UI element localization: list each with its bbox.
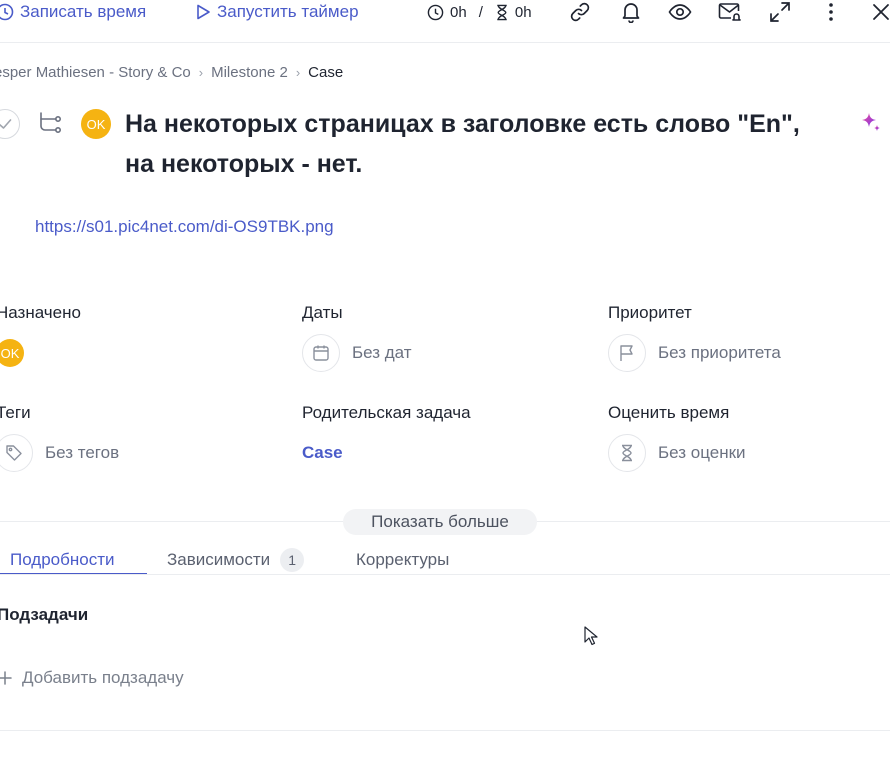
estimate-time: 0h [514, 3, 532, 21]
dates-label: Даты [302, 303, 343, 322]
tracked-time: 0h [450, 3, 467, 21]
chevron-right-icon: › [198, 65, 204, 80]
more-menu-button[interactable] [818, 0, 844, 24]
complete-task-button[interactable] [0, 109, 20, 139]
subtasks-title: Подзадачи [0, 605, 89, 624]
tab-dependencies[interactable]: Зависимости 1 [167, 545, 305, 575]
breadcrumb-item-project[interactable]: esper Mathiesen - Story & Co [0, 64, 191, 81]
parent-task-link[interactable]: Case [302, 443, 343, 463]
description-link[interactable]: https://s01.pic4net.com/di-OS9TBK.png [35, 217, 334, 237]
copy-link-button[interactable] [567, 0, 593, 24]
tags-label: Теги [0, 403, 31, 422]
priority-field[interactable]: Без приоритета [608, 334, 781, 372]
estimate-value: Без оценки [658, 443, 746, 462]
parent-task-label: Родительская задача [302, 403, 471, 422]
email-notify-button[interactable] [717, 0, 743, 24]
watch-button[interactable] [667, 0, 693, 24]
ai-assist-button[interactable] [858, 111, 882, 135]
link-icon [570, 2, 590, 22]
add-subtask-label: Добавить подзадачу [22, 668, 184, 687]
log-time-label: Записать время [20, 2, 147, 21]
check-icon [0, 119, 12, 129]
show-more-button[interactable]: Показать больше [343, 509, 537, 535]
count-badge: 1 [280, 548, 305, 572]
start-timer-button[interactable]: Запустить таймер [195, 0, 359, 24]
more-vertical-icon [829, 3, 833, 21]
tab-proofing[interactable]: Корректуры [356, 545, 449, 575]
tags-value: Без тегов [45, 443, 120, 462]
expand-icon [770, 2, 790, 22]
clock-icon [427, 4, 444, 20]
plus-icon [0, 671, 12, 685]
subtask-tree-button[interactable] [37, 110, 63, 136]
priority-value: Без приоритета [658, 343, 781, 362]
close-button[interactable] [868, 0, 890, 24]
tab-details[interactable]: Подробности [10, 545, 115, 575]
bell-icon [622, 3, 640, 23]
time-separator: / [478, 3, 483, 21]
avatar[interactable]: OK [81, 109, 111, 139]
clock-icon [0, 3, 14, 21]
tags-field[interactable]: Без тегов [0, 434, 119, 472]
flag-icon [608, 334, 646, 372]
calendar-icon [302, 334, 340, 372]
mail-bell-icon [718, 3, 741, 21]
estimate-field[interactable]: Без оценки [608, 434, 746, 472]
tab-label: Зависимости [167, 550, 271, 569]
tab-label: Подробности [10, 550, 115, 569]
priority-label: Приоритет [608, 303, 692, 322]
breadcrumb-item-milestone[interactable]: Milestone 2 [211, 64, 288, 81]
breadcrumb-current[interactable]: Case [308, 64, 343, 81]
tab-label: Корректуры [356, 550, 450, 569]
tabs-divider [0, 574, 890, 575]
estimate-label: Оценить время [608, 403, 730, 422]
assigned-field[interactable]: OK [0, 339, 24, 367]
tag-icon [0, 434, 33, 472]
dates-field[interactable]: Без дат [302, 334, 412, 372]
hourglass-icon [608, 434, 646, 472]
breadcrumb: esper Mathiesen - Story & Co › Milestone… [0, 64, 343, 81]
start-timer-label: Запустить таймер [217, 2, 359, 21]
dates-value: Без дат [352, 343, 412, 362]
subtask-tree-icon [40, 112, 61, 133]
hourglass-icon [497, 4, 507, 20]
sparkle-icon [862, 113, 880, 131]
play-icon [197, 4, 210, 20]
task-title[interactable]: На некоторых страницах в заголовке есть … [125, 104, 825, 184]
toolbar-divider [0, 42, 890, 43]
log-time-button[interactable]: Записать время [0, 0, 146, 24]
time-tracking[interactable]: 0h / 0h [427, 0, 532, 24]
chevron-right-icon: › [295, 65, 301, 80]
assigned-label: Назначено [0, 303, 81, 322]
eye-icon [668, 4, 692, 20]
mouse-pointer-icon [584, 626, 598, 646]
add-subtask-button[interactable]: Добавить подзадачу [0, 668, 184, 688]
expand-button[interactable] [767, 0, 793, 24]
avatar: OK [0, 339, 24, 367]
close-icon [873, 4, 889, 20]
section-divider [0, 730, 890, 731]
notifications-button[interactable] [618, 0, 644, 24]
